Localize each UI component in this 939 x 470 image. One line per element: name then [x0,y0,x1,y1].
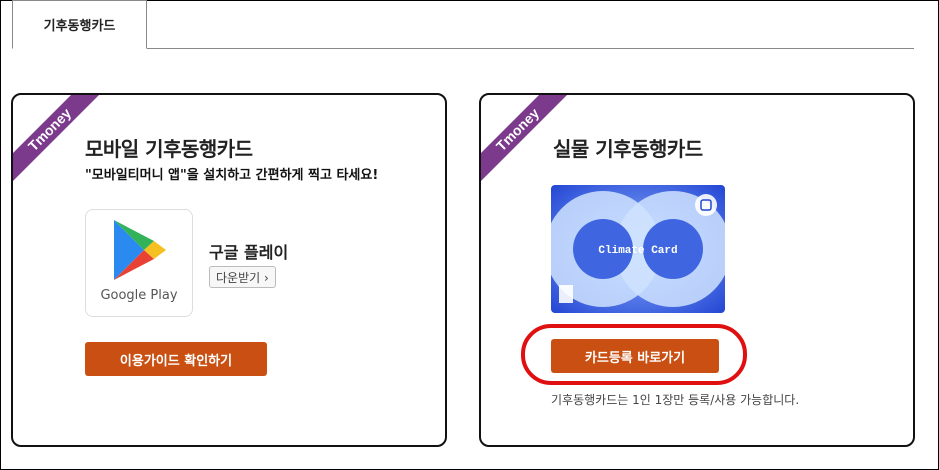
google-play-icon [114,220,166,280]
mobile-card-panel: Tmoney 모바일 기후동행카드 "모바일티머니 앱"을 설치하고 간편하게 … [11,93,447,447]
card-note: 기후동행카드는 1인 1장만 등록/사용 가능합니다. [551,393,800,407]
card-title: 모바일 기후동행카드 [85,137,253,161]
register-card-button[interactable]: 카드등록 바로가기 [551,339,719,373]
physical-card-panel: Tmoney 실물 기후동행카드 Climate Card 카드등록 바로가기 … [479,93,915,447]
climate-card-graphic: Climate Card [551,185,725,313]
tmoney-badge-text: Tmoney [493,105,542,154]
google-play-logo[interactable]: Google Play [85,209,193,317]
climate-card-text: Climate Card [598,245,677,257]
tmoney-badge-text: Tmoney [25,105,74,154]
card-subtitle: "모바일티머니 앱"을 설치하고 간편하게 찍고 타세요! [85,168,379,183]
google-play-label: Google Play [100,288,178,303]
tab-climate-card[interactable]: 기후동행카드 [12,0,147,49]
download-button[interactable]: 다운받기 › [209,266,276,288]
tab-bar: 기후동행카드 [12,0,914,49]
guide-button[interactable]: 이용가이드 확인하기 [85,342,267,376]
climate-card-image: Climate Card [551,185,725,313]
store-name: 구글 플레이 [209,243,289,262]
card-title: 실물 기후동행카드 [553,137,703,161]
